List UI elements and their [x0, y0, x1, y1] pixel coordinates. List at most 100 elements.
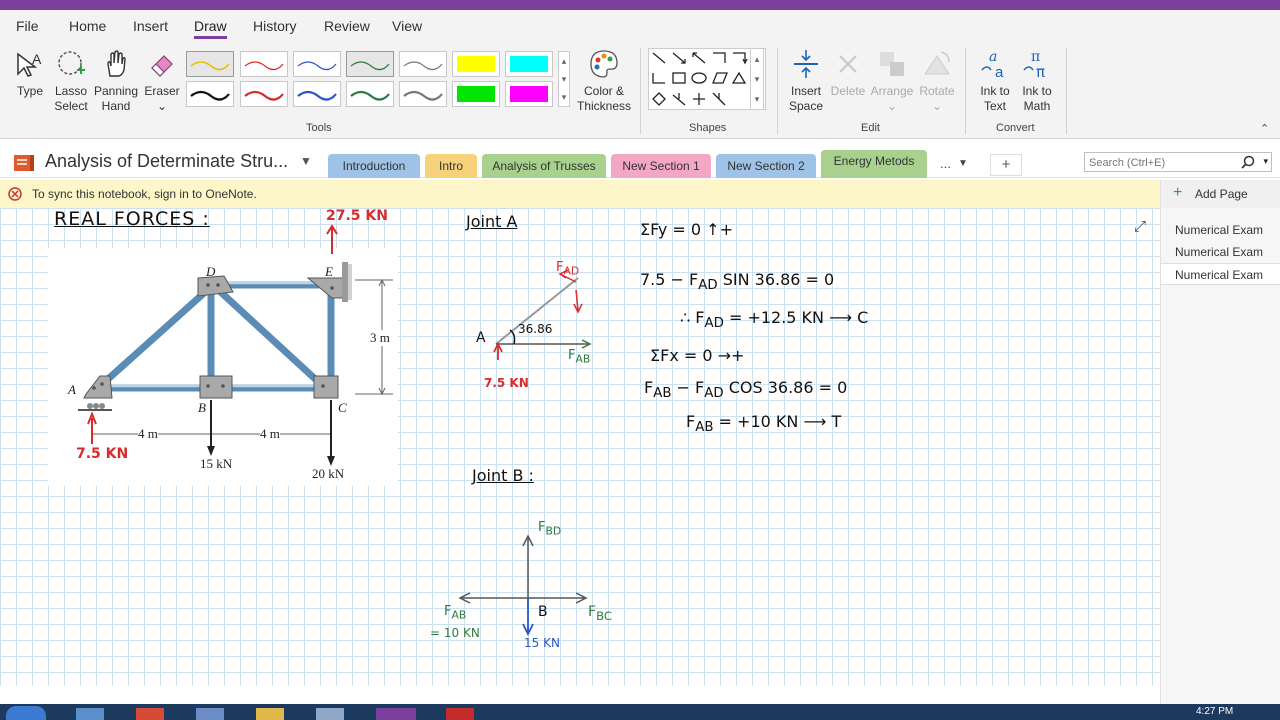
- sync-message[interactable]: To sync this notebook, sign in to OneNot…: [32, 187, 257, 201]
- pen-green-thick[interactable]: [346, 81, 394, 107]
- tab-new-section-1[interactable]: New Section 1: [611, 154, 711, 178]
- search-box[interactable]: ▾: [1084, 152, 1272, 172]
- type-tool[interactable]: A Type: [10, 48, 50, 99]
- pen-gray-thick[interactable]: [399, 81, 447, 107]
- menu-view[interactable]: View: [392, 18, 422, 34]
- tab-intro[interactable]: Intro: [425, 154, 477, 178]
- taskbar-app[interactable]: [316, 708, 344, 720]
- pen-blue-thick[interactable]: [293, 81, 341, 107]
- pen-yellow-thin[interactable]: [186, 51, 234, 77]
- more-sections-button[interactable]: ...: [940, 156, 951, 171]
- page-item[interactable]: Numerical Exam: [1161, 219, 1280, 241]
- lasso-icon: [58, 51, 85, 75]
- palette-icon: [590, 50, 618, 78]
- lasso-select-tool[interactable]: Lasso Select: [50, 48, 92, 114]
- node-b-label: B: [198, 400, 206, 415]
- highlighter-yellow[interactable]: [452, 51, 500, 77]
- joint-a-fad-label: FAD: [556, 260, 580, 278]
- arrange-button[interactable]: Arrange ⌄: [868, 48, 916, 114]
- ink-to-text-icon: aa: [981, 49, 1004, 80]
- rotate-button[interactable]: Rotate ⌄: [916, 48, 958, 114]
- pen-stroke-icon: [297, 61, 337, 71]
- ink-to-math-button[interactable]: ππ Ink to Math: [1016, 48, 1058, 114]
- search-input[interactable]: [1085, 154, 1235, 172]
- search-scope-dropdown-icon[interactable]: ▾: [1263, 156, 1268, 167]
- taskbar-app[interactable]: [196, 708, 224, 720]
- menu-draw[interactable]: Draw: [194, 18, 227, 39]
- node-d-label: D: [206, 264, 216, 279]
- highlighter-magenta[interactable]: [505, 81, 553, 107]
- add-section-button[interactable]: +: [990, 154, 1022, 176]
- note-canvas[interactable]: ⤢ REAL FORCES : 27.5 KN A B C D E 3 m 4 …: [0, 208, 1160, 686]
- plus-icon: +: [1173, 184, 1183, 201]
- taskbar-app[interactable]: [256, 708, 284, 720]
- shapes-gallery[interactable]: [648, 48, 766, 110]
- sync-notification-bar: To sync this notebook, sign in to OneNot…: [0, 180, 1160, 208]
- svg-text:a: a: [995, 64, 1004, 80]
- edit-group-label: Edit: [861, 122, 880, 134]
- insert-space-icon: [794, 50, 818, 78]
- shapes-gallery-scroll[interactable]: ▴ ▾ ▾: [750, 48, 764, 110]
- eraser-tool[interactable]: Eraser ⌄: [143, 48, 181, 114]
- sections-dropdown-icon[interactable]: ▼: [958, 158, 968, 169]
- expand-page-icon[interactable]: ⤢: [1134, 218, 1146, 235]
- arrange-dropdown-icon: ⌄: [886, 99, 898, 113]
- menu-insert[interactable]: Insert: [133, 18, 168, 34]
- add-page-button[interactable]: + Add Page: [1161, 180, 1280, 208]
- menu-history[interactable]: History: [253, 18, 297, 34]
- pen-gray-thin[interactable]: [399, 51, 447, 77]
- page-item[interactable]: Numerical Exam: [1161, 241, 1280, 263]
- ribbon-separator: [777, 48, 778, 134]
- tab-introduction[interactable]: Introduction: [328, 154, 420, 178]
- pen-red-thick[interactable]: [240, 81, 288, 107]
- equation-3: ∴ FAD = +12.5 KN ⟶ C: [680, 308, 869, 332]
- tab-energy-metods[interactable]: Energy Metods: [821, 150, 927, 178]
- insert-space-button[interactable]: Insert Space: [783, 48, 829, 114]
- collapse-ribbon-icon[interactable]: ⌃: [1260, 122, 1269, 135]
- taskbar-app[interactable]: [446, 708, 474, 720]
- joint-b-heading: Joint B :: [472, 466, 534, 485]
- tab-analysis-of-trusses[interactable]: Analysis of Trusses: [482, 154, 606, 178]
- pen-green-thin[interactable]: [346, 51, 394, 77]
- shapes-icons: [652, 52, 748, 106]
- pen-stroke-icon: [403, 90, 443, 101]
- highlighter-green[interactable]: [452, 81, 500, 107]
- node-c-label: C: [338, 400, 347, 415]
- pen-stroke-icon: [403, 61, 443, 71]
- tab-new-section-2[interactable]: New Section 2: [716, 154, 816, 178]
- panning-hand-tool[interactable]: Panning Hand: [93, 48, 139, 114]
- menu-file[interactable]: File: [16, 18, 39, 34]
- pen-black-thick[interactable]: [186, 81, 234, 107]
- notebook-title[interactable]: Analysis of Determinate Stru...: [45, 151, 288, 172]
- reaction-a-label: 7.5 KN: [76, 446, 129, 462]
- start-button[interactable]: [6, 706, 46, 720]
- joint-b-diagram: [458, 534, 588, 636]
- highlighter-swatch: [457, 56, 495, 72]
- color-thickness-button[interactable]: Color & Thickness: [575, 48, 633, 114]
- svg-text:a: a: [989, 49, 997, 65]
- eraser-dropdown-icon[interactable]: ⌄: [157, 99, 167, 113]
- joint-a-diagram: [493, 269, 592, 360]
- notebook-dropdown-icon[interactable]: ▼: [300, 154, 312, 168]
- rotate-icon: [924, 51, 950, 75]
- page-list-sidebar: + Add Page Numerical Exam Numerical Exam…: [1160, 180, 1280, 720]
- menu-review[interactable]: Review: [324, 18, 370, 34]
- pen-stroke-icon: [350, 61, 390, 71]
- pen-blue-thin[interactable]: [293, 51, 341, 77]
- menu-home[interactable]: Home: [69, 18, 106, 34]
- highlighter-cyan[interactable]: [505, 51, 553, 77]
- page-item-selected[interactable]: Numerical Exam: [1161, 263, 1280, 285]
- taskbar-app[interactable]: [76, 708, 104, 720]
- search-icon[interactable]: [1241, 155, 1255, 169]
- taskbar-app-onenote[interactable]: [376, 708, 416, 720]
- delete-button[interactable]: Delete: [828, 48, 868, 99]
- ink-to-text-button[interactable]: aa Ink to Text: [973, 48, 1017, 114]
- joint-b-load-label: 15 KN: [524, 636, 560, 650]
- pen-stroke-icon: [190, 90, 230, 101]
- taskbar-app[interactable]: [136, 708, 164, 720]
- pen-red-thin[interactable]: [240, 51, 288, 77]
- pen-gallery-scroll[interactable]: ▴ ▾ ▾: [558, 51, 570, 107]
- notebook-icon[interactable]: [12, 152, 38, 174]
- equation-sum-fy: ΣFy = 0 ↑+: [640, 220, 733, 239]
- svg-text:π: π: [1036, 63, 1045, 80]
